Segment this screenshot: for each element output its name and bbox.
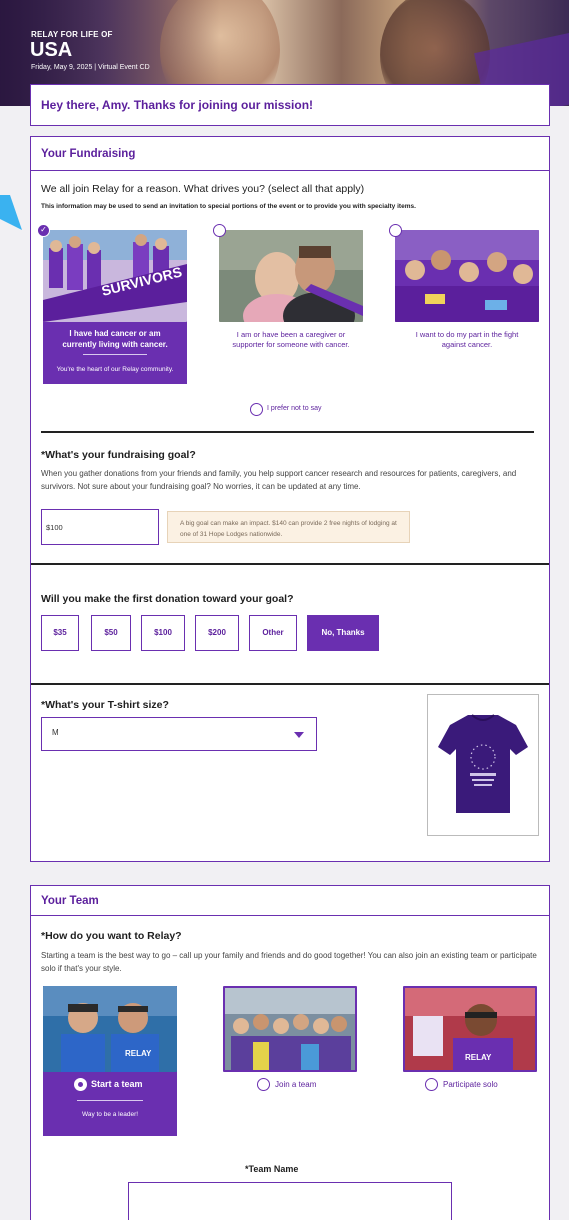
relay-option-start-team[interactable]: RELAY Start a team Way to be a leader!	[43, 986, 177, 1136]
relay-option-join-team[interactable]: Join a team	[223, 986, 357, 1096]
tshirt-icon	[438, 714, 528, 813]
solo-photo: RELAY	[403, 986, 537, 1072]
team-name-input[interactable]	[128, 1182, 452, 1220]
donation-amount-50[interactable]: $50	[91, 615, 131, 651]
solo-label: Participate solo	[443, 1080, 498, 1089]
greeting-text: Hey there, Amy. Thanks for joining our m…	[41, 98, 314, 112]
reason-radio-supporter[interactable]	[389, 224, 402, 237]
goal-description: When you gather donations from your frie…	[41, 469, 517, 491]
goal-value: $100	[46, 523, 63, 532]
relay-option-solo[interactable]: RELAY Participate solo	[403, 986, 537, 1096]
tshirt-question: *What's your T-shirt size?	[41, 699, 169, 711]
start-team-label: Start a team	[91, 1079, 143, 1089]
start-team-radio[interactable]	[74, 1078, 87, 1091]
start-team-photo: RELAY	[43, 986, 177, 1072]
caregiver-photo	[219, 230, 363, 322]
join-team-radio[interactable]	[257, 1078, 270, 1091]
relay-mode-question: *How do you want to Relay?	[41, 930, 182, 942]
reason-option-survivor[interactable]: SURVIVORS ✓ I have had cancer or am curr…	[37, 224, 187, 384]
survivors-photo: SURVIVORS	[43, 230, 187, 322]
tshirt-preview	[427, 694, 539, 836]
join-team-photo	[223, 986, 357, 1072]
tshirt-size-value: M	[52, 728, 59, 737]
svg-text:RELAY: RELAY	[125, 1049, 152, 1058]
donation-amount-100[interactable]: $100	[141, 615, 185, 651]
donation-amount-35[interactable]: $35	[41, 615, 79, 651]
reason-option-caregiver[interactable]: I am or have been a caregiver or support…	[213, 224, 363, 370]
donation-amount-other[interactable]: Other	[249, 615, 297, 651]
reason-radio-caregiver[interactable]	[213, 224, 226, 237]
goal-tip-text: A big goal can make an impact. $140 can …	[180, 520, 397, 538]
tshirt-size-select[interactable]: M	[41, 717, 317, 751]
goal-question: *What's your fundraising goal?	[41, 449, 196, 461]
goal-input[interactable]: $100	[41, 509, 159, 545]
relay-mode-description: Starting a team is the best way to go – …	[41, 951, 537, 973]
donation-question: Will you make the first donation toward …	[41, 593, 294, 605]
svg-text:RELAY: RELAY	[465, 1053, 492, 1062]
reason-option-label: I am or have been a caregiver or support…	[232, 330, 350, 349]
fundraising-title: Your Fundraising	[41, 148, 136, 160]
fundraising-header: Your Fundraising	[31, 137, 549, 171]
supporters-photo	[395, 230, 539, 322]
donation-amount-200[interactable]: $200	[195, 615, 239, 651]
reason-option-label: I have had cancer or am currently living…	[62, 329, 168, 349]
selected-check-icon: ✓	[37, 224, 50, 237]
reason-note: This information may be used to send an …	[41, 203, 416, 210]
pointer-arrow-icon	[0, 195, 22, 230]
prefer-not-radio[interactable]	[250, 403, 263, 416]
goal-tip: A big goal can make an impact. $140 can …	[167, 511, 410, 543]
team-panel: Your Team *How do you want to Relay? Sta…	[30, 885, 550, 1220]
reason-option-sublabel: You're the heart of our Relay community.	[56, 366, 174, 373]
hero-title: USA	[30, 39, 73, 61]
solo-radio[interactable]	[425, 1078, 438, 1091]
chevron-down-icon	[294, 732, 304, 738]
team-name-label: *Team Name	[245, 1164, 299, 1174]
greeting-card: Hey there, Amy. Thanks for joining our m…	[30, 84, 550, 126]
reason-option-label: I want to do my part in the fight agains…	[415, 330, 519, 349]
hero-subtitle: Friday, May 9, 2025 | Virtual Event CD	[31, 64, 150, 71]
reason-option-supporter[interactable]: I want to do my part in the fight agains…	[389, 224, 539, 370]
team-header: Your Team	[31, 886, 549, 916]
prefer-not-label: I prefer not to say	[267, 405, 322, 412]
donation-no-thanks-button[interactable]: No, Thanks	[307, 615, 379, 651]
join-team-label: Join a team	[275, 1080, 317, 1089]
hero-eyebrow: RELAY FOR LIFE OF	[31, 30, 113, 39]
team-title: Your Team	[41, 895, 99, 907]
reason-question: We all join Relay for a reason. What dri…	[41, 183, 365, 195]
start-team-sublabel: Way to be a leader!	[81, 1111, 139, 1118]
fundraising-panel: Your Fundraising We all join Relay for a…	[30, 136, 550, 862]
